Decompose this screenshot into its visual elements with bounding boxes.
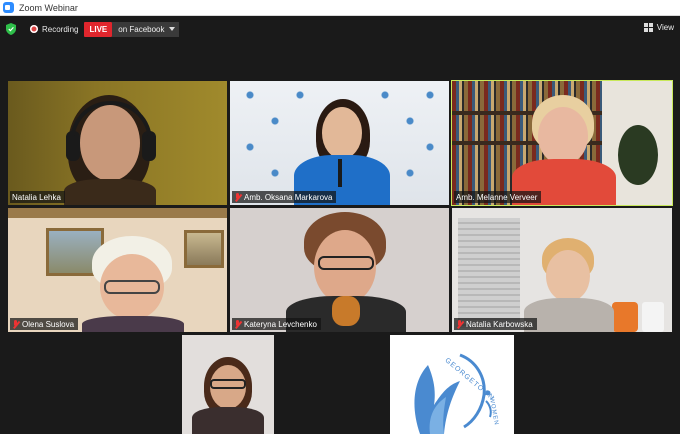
video-tile[interactable]: Natalia Lehka	[8, 81, 227, 205]
participant-video	[502, 93, 622, 205]
participant-name-tag: Kateryna Levchenko	[232, 318, 321, 330]
video-tile[interactable]: Kateryna Levchenko	[230, 208, 449, 332]
participant-name: Natalia Karbowska	[466, 319, 533, 329]
wall-painting	[184, 230, 224, 268]
mic-muted-icon	[234, 192, 241, 202]
video-tile[interactable]	[182, 335, 274, 434]
participant-name-tag: Amb. Melanne Verveer	[454, 191, 542, 203]
participant-name-tag: Natalia Karbowska	[454, 318, 537, 330]
shield-icon[interactable]	[6, 23, 16, 35]
zoom-logo-icon	[3, 2, 14, 13]
view-button[interactable]: View	[643, 23, 674, 32]
participant-name: Amb. Oksana Markarova	[244, 192, 333, 202]
video-tile[interactable]: Olena Suslova	[8, 208, 227, 332]
live-destination-label: on Facebook	[118, 24, 165, 34]
meeting-top-bar: Recording LIVE on Facebook View	[0, 17, 680, 41]
participant-name-tag: Olena Suslova	[10, 318, 79, 330]
video-tile-active-speaker[interactable]: Amb. Melanne Verveer	[451, 80, 673, 206]
participant-name: Kateryna Levchenko	[244, 319, 317, 329]
window-title: Zoom Webinar	[19, 2, 78, 13]
window-blinds	[458, 218, 520, 328]
participant-video	[188, 357, 268, 434]
recording-label[interactable]: Recording	[42, 25, 78, 34]
participant-name: Amb. Melanne Verveer	[456, 192, 538, 202]
grid-view-icon	[643, 23, 653, 32]
participant-video	[290, 97, 390, 205]
mic-muted-icon	[12, 319, 19, 329]
recording-icon	[30, 25, 38, 33]
participant-video	[78, 236, 188, 332]
live-badge: LIVE	[84, 21, 113, 37]
chevron-down-icon	[168, 27, 175, 31]
window-title-bar: Zoom Webinar	[0, 0, 680, 16]
mic-muted-icon	[456, 319, 463, 329]
participant-name-tag: Amb. Oksana Markarova	[232, 191, 337, 203]
video-tile[interactable]: Natalia Karbowska	[452, 208, 672, 332]
video-tile[interactable]: Amb. Oksana Markarova	[230, 81, 449, 205]
view-button-label: View	[656, 23, 674, 32]
live-destination-dropdown[interactable]: on Facebook	[112, 21, 179, 37]
participant-name-tag: Natalia Lehka	[10, 191, 65, 203]
participant-video	[524, 236, 614, 332]
participant-name: Natalia Lehka	[12, 192, 61, 202]
logo-tile[interactable]: GEORGETOWN WOMEN	[390, 335, 514, 434]
mic-muted-icon	[234, 319, 241, 329]
participant-name: Olena Suslova	[22, 319, 75, 329]
participant-video	[280, 212, 410, 332]
participant-video	[58, 91, 168, 205]
